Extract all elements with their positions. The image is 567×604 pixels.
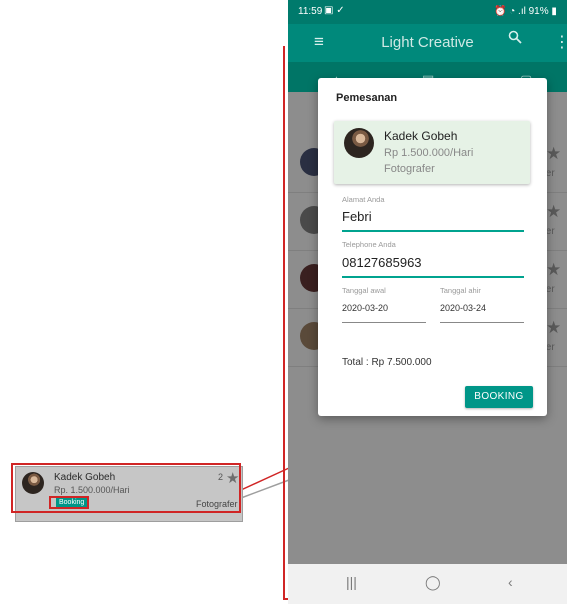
app-bar: ≡ Light Creative ⋮ bbox=[288, 24, 567, 62]
back-icon[interactable]: ‹ bbox=[508, 574, 513, 590]
android-nav-bar: ||| ◯ ‹ bbox=[288, 564, 567, 604]
total-price: Total : Rp 7.500.000 bbox=[342, 357, 432, 368]
app-title: Light Creative bbox=[381, 34, 474, 51]
status-time: 11:59 bbox=[298, 6, 323, 17]
booking-dialog: Pemesanan Kadek Gobeh Rp 1.500.000/Hari … bbox=[318, 78, 547, 416]
photographer-role: Fotografer bbox=[384, 163, 435, 175]
address-underline bbox=[342, 230, 524, 232]
start-date-underline bbox=[342, 322, 426, 323]
star-icon: ★ bbox=[546, 202, 562, 221]
photographer-price: Rp 1.500.000/Hari bbox=[384, 147, 474, 159]
annotation-line bbox=[283, 46, 285, 600]
search-icon[interactable] bbox=[508, 30, 522, 44]
phone-field[interactable]: 08127685963 bbox=[342, 255, 422, 270]
status-bar: 11:59 ▣ ✓ ⏰ ◔ .ıl 91% ▮ bbox=[288, 0, 567, 24]
address-label: Alamat Anda bbox=[342, 195, 385, 204]
end-date-label: Tanggal ahir bbox=[440, 286, 481, 295]
notification-icons: ▣ ✓ bbox=[324, 5, 345, 16]
home-icon[interactable]: ◯ bbox=[425, 574, 441, 591]
more-vert-icon[interactable]: ⋮ bbox=[554, 32, 567, 52]
star-icon: ★ bbox=[546, 144, 562, 163]
booking-button[interactable]: BOOKING bbox=[465, 386, 533, 408]
avatar bbox=[344, 128, 374, 158]
start-date-label: Tanggal awal bbox=[342, 286, 386, 295]
phone-label: Telephone Anda bbox=[342, 240, 396, 249]
dialog-title: Pemesanan bbox=[336, 92, 398, 104]
recent-apps-icon[interactable]: ||| bbox=[346, 574, 357, 590]
start-date-field[interactable]: 2020-03-20 bbox=[342, 303, 388, 313]
callout-highlight bbox=[11, 463, 241, 513]
photographer-card: Kadek Gobeh Rp 1.500.000/Hari Fotografer bbox=[334, 121, 530, 184]
battery-status: ⏰ ◔ .ıl 91% ▮ bbox=[494, 6, 557, 17]
end-date-field[interactable]: 2020-03-24 bbox=[440, 303, 486, 313]
address-field[interactable]: Febri bbox=[342, 209, 372, 224]
star-icon: ★ bbox=[546, 318, 562, 337]
phone-underline bbox=[342, 276, 524, 278]
photographer-name: Kadek Gobeh bbox=[384, 129, 458, 143]
end-date-underline bbox=[440, 322, 524, 323]
star-icon: ★ bbox=[546, 260, 562, 279]
